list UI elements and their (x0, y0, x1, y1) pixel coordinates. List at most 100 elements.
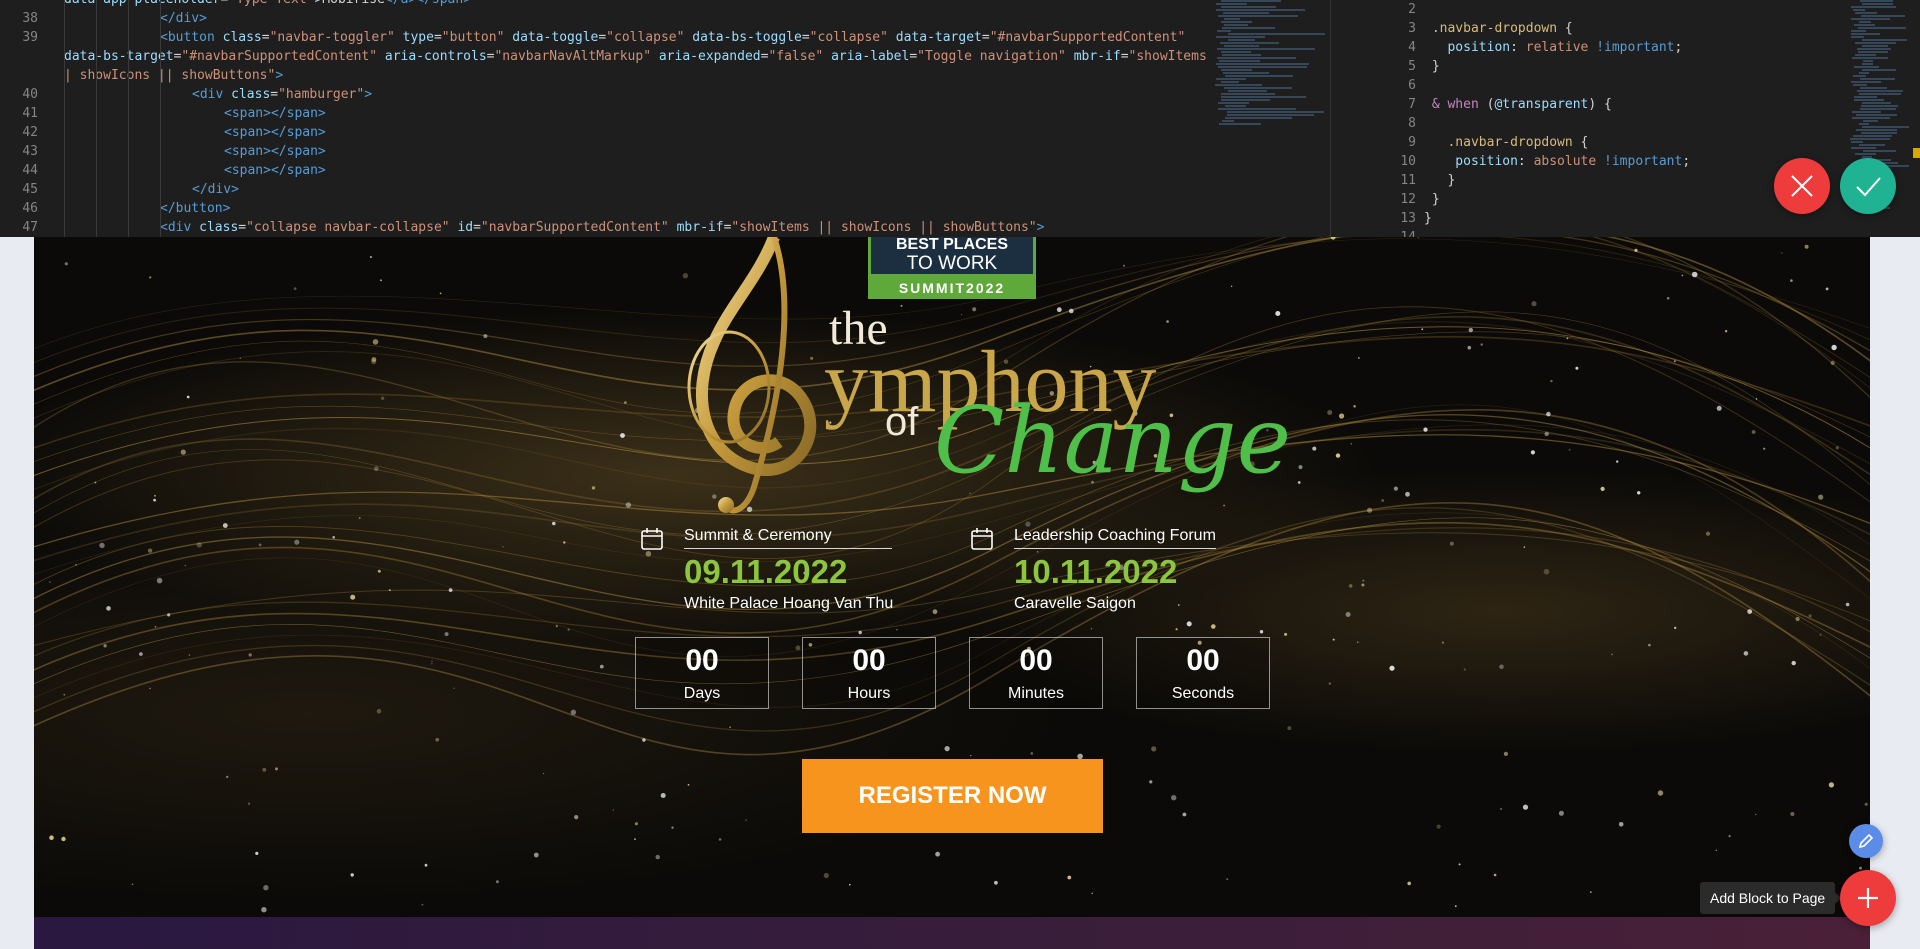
sparkle (961, 314, 963, 316)
sparkle (139, 652, 143, 656)
minimap-line (1852, 57, 1888, 59)
sparkle (533, 852, 539, 858)
sparkle (563, 541, 566, 544)
sparkle (671, 826, 674, 829)
sparkle (1345, 612, 1351, 617)
code-token: > (364, 87, 373, 102)
minimap-line (1228, 39, 1255, 41)
sparkle (388, 589, 391, 592)
minimap-line (1862, 45, 1888, 47)
sparkle (99, 542, 105, 549)
sparkle (75, 564, 77, 566)
sparkle (188, 654, 191, 656)
sparkle (495, 880, 499, 884)
sparkle (570, 709, 577, 715)
css-code-pane[interactable]: 23 .navbar-dropdown {4 position: relativ… (1330, 0, 1850, 237)
sparkle (350, 594, 356, 600)
sparkle (1499, 664, 1504, 670)
html-minimap[interactable] (1215, 0, 1330, 237)
code-token: <button (160, 30, 223, 45)
sparkle (1818, 494, 1824, 500)
minimap-line (1853, 135, 1892, 137)
sparkle (49, 581, 51, 583)
add-block-button[interactable] (1840, 870, 1896, 926)
sparkle (1327, 410, 1333, 415)
sparkle (1568, 448, 1571, 451)
hero-section[interactable]: BEST PLACES TO WORK SUMMIT2022 the ympho… (34, 237, 1870, 917)
sparkle (1362, 579, 1365, 582)
sparkle (1616, 460, 1619, 463)
sparkle (1648, 643, 1651, 647)
sparkle (574, 815, 579, 820)
register-now-button[interactable]: REGISTER NOW (802, 759, 1103, 833)
sparkle (1864, 802, 1868, 806)
minimap-line (1225, 117, 1292, 119)
code-text: & when (@transparent) { (1424, 95, 1612, 114)
code-editor-panel[interactable]: data-app-placeholder = "Type Text" > Mobiris… (0, 0, 1920, 237)
sparkle (1284, 632, 1288, 636)
sparkle (1728, 835, 1731, 838)
minimap-line (1861, 15, 1905, 17)
sparkle (655, 854, 660, 860)
code-token: .navbar-dropdown (1424, 21, 1565, 36)
minimap-line (1851, 141, 1863, 143)
sparkle (795, 645, 801, 651)
line-number: 11 (1400, 173, 1416, 188)
minimap-line (1851, 18, 1890, 20)
line-number: 2 (1408, 2, 1416, 17)
minimap-line (1860, 0, 1893, 2)
sparkle (1673, 360, 1676, 363)
code-token: class (222, 30, 262, 45)
sparkle (1389, 665, 1395, 671)
sparkle (1611, 653, 1613, 656)
sparkle (896, 629, 898, 631)
minimap-line (1850, 138, 1890, 140)
sparkle (64, 262, 68, 266)
code-text: data-app-placeholder="Type Text">Mobiris… (64, 0, 471, 9)
minimap-line (1862, 102, 1891, 104)
sparkle (970, 755, 972, 757)
code-text: .navbar-dropdown { (1424, 133, 1588, 152)
minimap-line (1861, 105, 1898, 107)
sparkle (660, 793, 666, 798)
sparkle (944, 746, 950, 752)
sparkle (154, 625, 157, 628)
code-text: data-bs-target = "#navbarSupportedContent"… (64, 47, 1210, 66)
code-text: </div> (192, 180, 239, 199)
next-section-preview[interactable] (34, 917, 1870, 949)
code-token: "showItems | (1128, 49, 1207, 64)
sparkle (1405, 491, 1410, 497)
minimap-line (1851, 147, 1876, 149)
edit-block-button[interactable] (1849, 824, 1883, 858)
sparkle (599, 664, 604, 669)
minimap-line (1216, 3, 1247, 5)
minimap-line (1218, 108, 1296, 110)
cancel-edit-button[interactable] (1774, 158, 1830, 214)
sparkle (1030, 752, 1034, 755)
code-token: "#navbarSupportedContent" (989, 30, 1186, 45)
minimap-line (1217, 57, 1296, 59)
html-code-pane[interactable]: data-app-placeholder = "Type Text" > Mobiris… (0, 0, 1210, 237)
sparkle (275, 767, 278, 771)
minimap-line (1223, 72, 1269, 74)
code-token: "Toggle navigation" (917, 49, 1074, 64)
countdown-minutes-value: 00 (1019, 644, 1053, 677)
code-token: relative (1525, 40, 1597, 55)
code-token: </div> (192, 182, 239, 197)
sparkle (1275, 311, 1281, 316)
countdown-seconds-value: 00 (1186, 644, 1220, 677)
apply-edit-button[interactable] (1840, 158, 1896, 214)
sparkle (718, 838, 722, 841)
logo-of: of (885, 400, 919, 444)
sparkle (1819, 633, 1822, 636)
code-text: } (1424, 171, 1455, 190)
sparkle (1493, 873, 1497, 877)
minimap-line (1851, 36, 1864, 38)
sparkle (1543, 568, 1550, 575)
sparkle (1828, 782, 1834, 788)
plus-icon (1858, 888, 1878, 908)
minimap-line (1216, 78, 1246, 80)
sparkle (372, 339, 379, 345)
minimap-line (1858, 51, 1888, 53)
code-token: <span></span> (224, 106, 326, 121)
